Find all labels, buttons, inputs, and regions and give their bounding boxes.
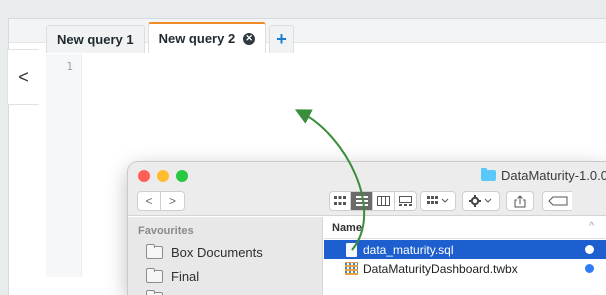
sync-status-icon [585, 245, 594, 254]
tag-icon [547, 196, 567, 206]
close-window-button[interactable] [138, 170, 150, 182]
group-by-button[interactable] [420, 191, 456, 211]
chevron-right-icon: > [168, 194, 176, 208]
chevron-left-icon: < [145, 194, 153, 208]
sidebar-item-label: Box Documents [171, 244, 263, 260]
file-name: DataMaturityDashboard.twbx [363, 261, 518, 276]
file-row[interactable]: DataMaturityDashboard.twbx [324, 259, 606, 278]
sidebar-item-box-documents[interactable]: Box Documents [146, 243, 263, 261]
name-column-header[interactable]: Name ^ [324, 217, 606, 239]
file-name: data_maturity.sql [363, 242, 454, 257]
finder-sidebar: Favourites Box Documents Final [128, 217, 323, 295]
gear-icon [469, 195, 492, 207]
window-title-text: DataMaturity-1.0.0 [501, 168, 606, 183]
columns-icon [377, 196, 390, 206]
sidebar-item-partial[interactable] [146, 289, 171, 295]
tags-button[interactable] [542, 191, 572, 211]
file-list: Name ^ data_maturity.sql DataMaturityDas… [324, 217, 606, 295]
file-row[interactable]: data_maturity.sql [324, 240, 606, 259]
folder-icon [481, 168, 496, 181]
tab-label: New query 1 [57, 32, 134, 47]
line-number-gutter: 1 [46, 54, 82, 277]
list-icon [355, 196, 368, 206]
sync-status-icon [585, 264, 594, 273]
folder-icon [146, 267, 163, 283]
share-icon [514, 194, 526, 207]
column-view-button[interactable] [373, 191, 395, 211]
column-header-label: Name [332, 221, 362, 234]
document-icon [346, 242, 357, 257]
tab-new-query-2[interactable]: New query 2 ✕ [147, 22, 267, 53]
add-tab-button[interactable]: + [269, 25, 294, 53]
action-menu-button[interactable] [462, 191, 500, 211]
navigation-buttons: < > [137, 191, 185, 211]
sidebar-heading: Favourites [138, 225, 194, 237]
query-tabs: New query 1 New query 2 ✕ + [46, 22, 297, 53]
grid-icon [334, 196, 346, 205]
view-mode-buttons [329, 191, 417, 211]
share-button[interactable] [506, 191, 534, 211]
close-tab-icon[interactable]: ✕ [243, 32, 256, 45]
window-title: DataMaturity-1.0.0 [481, 168, 606, 183]
line-number: 1 [66, 60, 73, 73]
tab-new-query-1[interactable]: New query 1 [46, 25, 145, 53]
folder-icon [146, 243, 163, 259]
forward-button[interactable]: > [161, 191, 185, 211]
finder-window: DataMaturity-1.0.0 < > Favourites Box Do… [128, 162, 606, 295]
sort-ascending-icon: ^ [589, 221, 594, 232]
tableau-workbook-icon [345, 262, 358, 275]
gallery-icon [399, 196, 412, 206]
tab-label: New query 2 [158, 31, 236, 46]
icon-view-button[interactable] [329, 191, 351, 211]
gallery-view-button[interactable] [395, 191, 417, 211]
list-view-button[interactable] [351, 191, 373, 211]
back-button[interactable]: < [137, 191, 161, 211]
minimize-window-button[interactable] [157, 170, 169, 182]
collapse-panel-button[interactable]: < [7, 49, 39, 105]
chevron-left-icon: < [18, 66, 29, 87]
finder-titlebar[interactable]: DataMaturity-1.0.0 < > [128, 162, 606, 216]
sidebar-item-final[interactable]: Final [146, 267, 199, 285]
group-grid-icon [427, 196, 449, 204]
zoom-window-button[interactable] [176, 170, 188, 182]
sidebar-item-label: Final [171, 268, 200, 284]
folder-icon [146, 289, 163, 295]
